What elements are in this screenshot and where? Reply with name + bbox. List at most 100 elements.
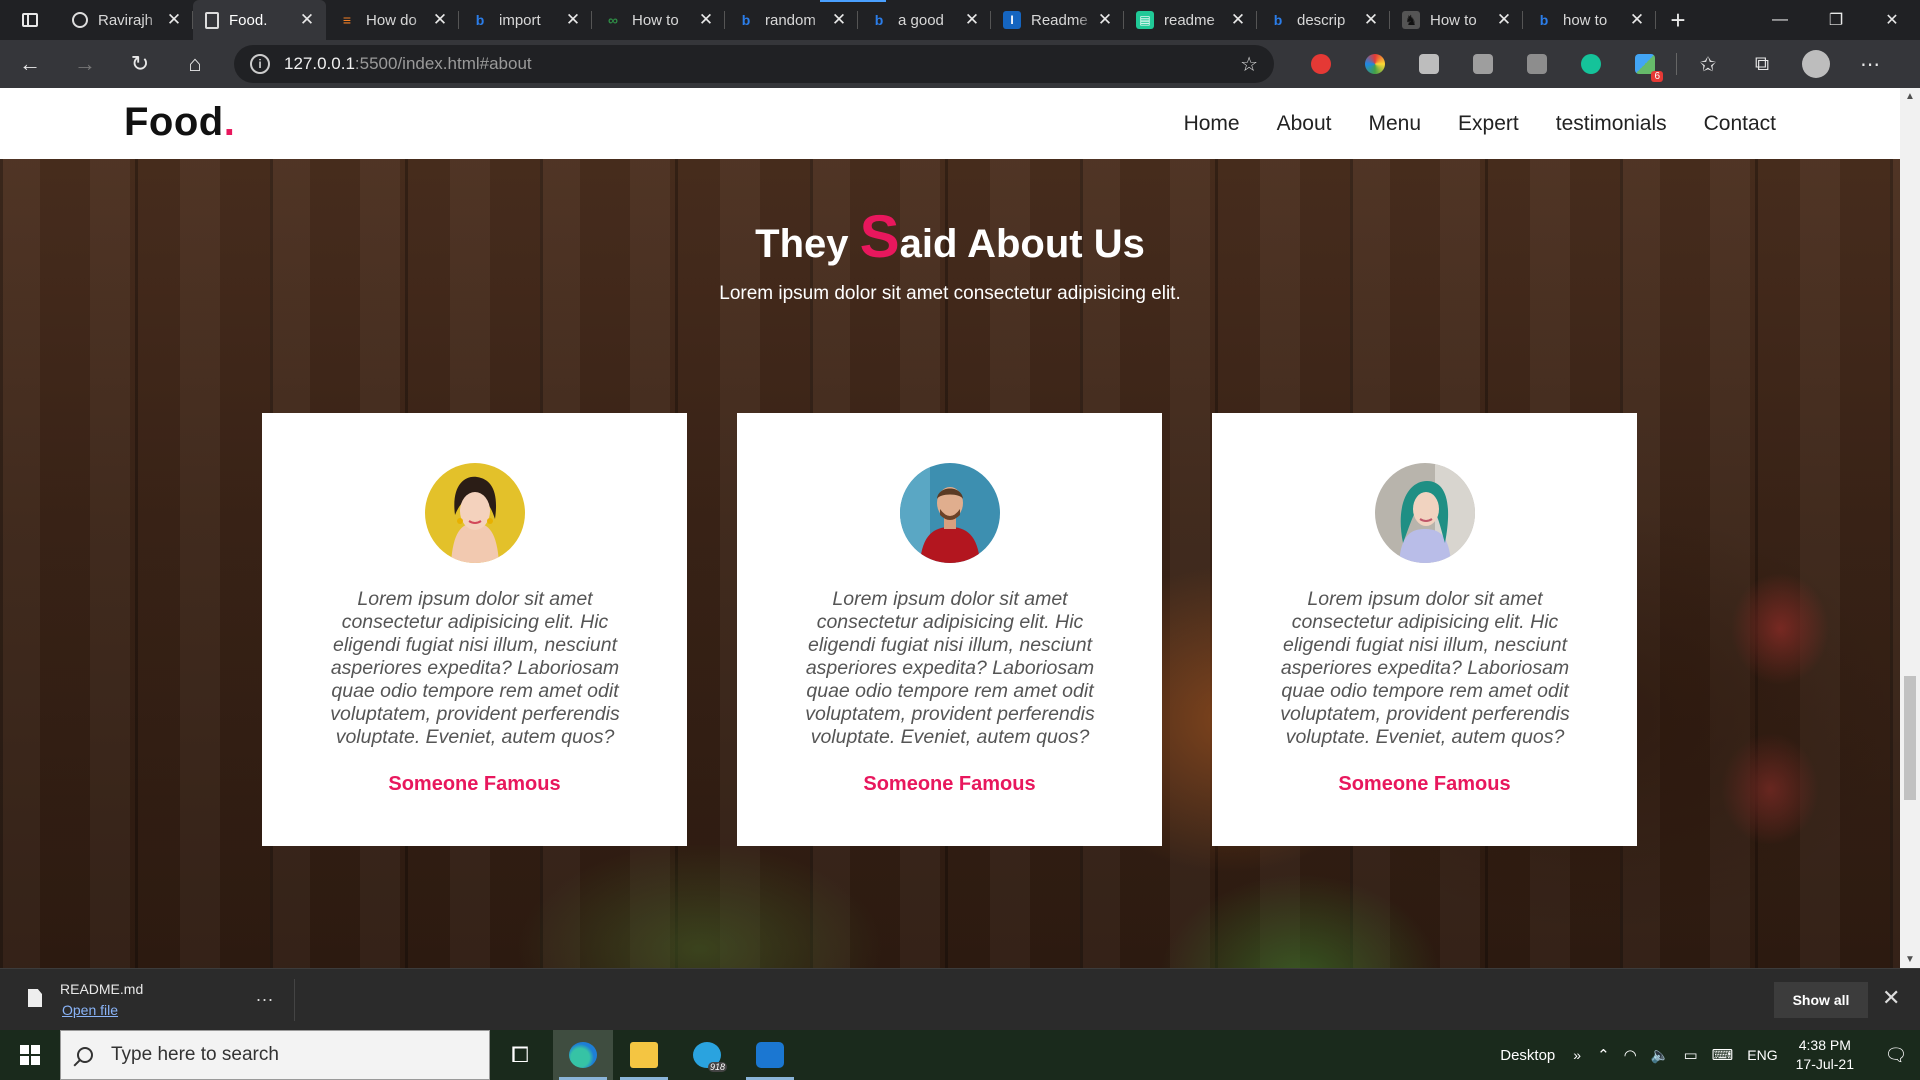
keyboard-icon[interactable]: ⌨ — [1712, 1046, 1734, 1064]
new-tab-button[interactable]: + — [1656, 0, 1700, 40]
minimize-button[interactable]: — — [1752, 0, 1808, 40]
extension-badge[interactable]: 6 — [1618, 44, 1672, 84]
start-button[interactable] — [0, 1030, 60, 1080]
taskbar-app-telegram[interactable]: 918 — [677, 1030, 737, 1080]
notification-center-icon[interactable]: 🗨 — [1872, 1030, 1920, 1080]
edge-icon — [569, 1042, 597, 1068]
clock-date: 17-Jul-21 — [1795, 1056, 1854, 1072]
toolbar-overflow-icon[interactable]: » — [1573, 1047, 1581, 1063]
browser-tab-active[interactable]: Food. ✕ — [193, 0, 326, 40]
maximize-button[interactable]: ❐ — [1808, 0, 1864, 40]
address-host: 127.0.0.1 — [284, 54, 355, 73]
clock[interactable]: 4:38 PM 17-Jul-21 — [1796, 1036, 1854, 1074]
profile-button[interactable] — [1789, 44, 1843, 84]
close-tab-icon[interactable]: ✕ — [298, 10, 316, 30]
close-tab-icon[interactable]: ✕ — [963, 10, 981, 30]
desktop-toolbar[interactable]: Desktop — [1500, 1047, 1555, 1064]
github-icon — [72, 12, 88, 28]
close-tab-icon[interactable]: ✕ — [1362, 10, 1380, 30]
taskbar-search-box[interactable]: Type here to search — [60, 1030, 490, 1080]
close-tab-icon[interactable]: ✕ — [697, 10, 715, 30]
windows-taskbar: Type here to search ⧠ 918 Desktop » ⌃ ◠ … — [0, 1030, 1920, 1080]
bing-icon: b — [1273, 12, 1283, 28]
video-player-icon — [756, 1042, 784, 1068]
extension-grey-3[interactable] — [1510, 44, 1564, 84]
taskbar-app-explorer[interactable] — [614, 1030, 674, 1080]
scroll-up-arrow-icon[interactable]: ▲ — [1900, 88, 1920, 105]
wifi-icon[interactable]: ◠ — [1624, 1046, 1637, 1064]
input-language[interactable]: ENG — [1747, 1047, 1777, 1063]
close-tab-icon[interactable]: ✕ — [1628, 10, 1646, 30]
nav-link-about[interactable]: About — [1277, 112, 1332, 136]
site-logo[interactable]: Food. — [124, 100, 235, 145]
battery-icon[interactable]: ▭ — [1683, 1046, 1697, 1064]
address-bar[interactable]: i 127.0.0.1:5500/index.html#about ☆ — [234, 45, 1274, 83]
tab-label: random — [765, 11, 816, 29]
browser-tab[interactable]: ▤ readme ✕ — [1124, 0, 1257, 40]
open-file-link[interactable]: Open file — [62, 1002, 118, 1018]
browser-toolbar: ← → ↻ ⌂ i 127.0.0.1:5500/index.html#abou… — [0, 40, 1920, 88]
page-scrollbar[interactable]: ▲ ▼ — [1900, 88, 1920, 968]
close-tab-icon[interactable]: ✕ — [830, 10, 848, 30]
folder-icon — [630, 1042, 658, 1068]
nav-link-menu[interactable]: Menu — [1369, 112, 1422, 136]
favorites-button[interactable]: ✩ — [1681, 44, 1735, 84]
extension-grey-2[interactable] — [1456, 44, 1510, 84]
browser-tab[interactable]: ∞ How to ✕ — [592, 0, 725, 40]
site-info-icon[interactable]: i — [250, 54, 270, 74]
forward-button[interactable]: → — [60, 44, 110, 84]
browser-tab[interactable]: I Readme ✕ — [991, 0, 1124, 40]
reload-button[interactable]: ↻ — [115, 44, 165, 84]
extension-grammarly[interactable] — [1564, 44, 1618, 84]
nav-link-expert[interactable]: Expert — [1458, 112, 1519, 136]
close-download-shelf-icon[interactable]: ✕ — [1882, 985, 1900, 1011]
window-icon — [22, 13, 38, 27]
task-view-button[interactable]: ⧠ — [490, 1030, 550, 1080]
collections-button[interactable]: ⧉ — [1735, 44, 1789, 84]
close-tab-icon[interactable]: ✕ — [431, 10, 449, 30]
hidden-icons-chevron-icon[interactable]: ⌃ — [1597, 1046, 1610, 1064]
browser-tab[interactable]: b a good ✕ — [858, 0, 991, 40]
address-path: :5500/index.html#about — [354, 54, 532, 73]
home-button[interactable]: ⌂ — [170, 44, 220, 84]
browser-tab[interactable]: b how to ✕ — [1523, 0, 1656, 40]
browser-tab[interactable]: b import ✕ — [459, 0, 592, 40]
extension-grey-1[interactable] — [1402, 44, 1456, 84]
nav-link-contact[interactable]: Contact — [1704, 112, 1776, 136]
back-button[interactable]: ← — [5, 44, 55, 84]
show-all-downloads-button[interactable]: Show all — [1774, 982, 1868, 1018]
taskbar-app-player[interactable] — [740, 1030, 800, 1080]
browser-tab[interactable]: ♞ How to ✕ — [1390, 0, 1523, 40]
tab-actions-menu-button[interactable] — [0, 0, 60, 40]
close-tab-icon[interactable]: ✕ — [564, 10, 582, 30]
add-favorite-icon[interactable]: ☆ — [1240, 52, 1258, 77]
woman-green-hair-avatar — [1375, 463, 1475, 563]
extension-colorpick[interactable] — [1348, 44, 1402, 84]
testimonial-card: Lorem ipsum dolor sit amet consectetur a… — [1212, 413, 1637, 846]
tab-label: How to — [632, 11, 679, 29]
scroll-down-arrow-icon[interactable]: ▼ — [1900, 951, 1920, 968]
nav-link-testimonials[interactable]: testimonials — [1556, 112, 1667, 136]
browser-tab[interactable]: b descrip ✕ — [1257, 0, 1390, 40]
close-tab-icon[interactable]: ✕ — [1096, 10, 1114, 30]
page-viewport: Food. Home About Menu Expert testimonial… — [0, 88, 1900, 968]
close-window-button[interactable]: ✕ — [1864, 0, 1920, 40]
close-tab-icon[interactable]: ✕ — [1229, 10, 1247, 30]
close-tab-icon[interactable]: ✕ — [1495, 10, 1513, 30]
download-filename[interactable]: README.md — [60, 981, 143, 997]
download-options-button[interactable]: ... — [256, 985, 274, 1006]
extension-adblock[interactable] — [1294, 44, 1348, 84]
browser-tab[interactable]: ≡ How do ✕ — [326, 0, 459, 40]
browser-tab[interactable]: Ravirajh ✕ — [60, 0, 193, 40]
browser-tab[interactable]: b random ✕ — [725, 0, 858, 40]
taskbar-app-edge[interactable] — [553, 1030, 613, 1080]
tab-label: how to — [1563, 11, 1608, 29]
settings-menu-button[interactable]: ⋯ — [1843, 44, 1897, 84]
bing-icon: b — [741, 12, 751, 28]
close-tab-icon[interactable]: ✕ — [165, 10, 183, 30]
windows-logo-icon — [20, 1045, 40, 1065]
section-title: They Said About Us — [755, 203, 1145, 270]
volume-icon[interactable]: 🔈 — [1651, 1046, 1670, 1064]
scroll-thumb[interactable] — [1904, 676, 1916, 800]
nav-link-home[interactable]: Home — [1184, 112, 1240, 136]
